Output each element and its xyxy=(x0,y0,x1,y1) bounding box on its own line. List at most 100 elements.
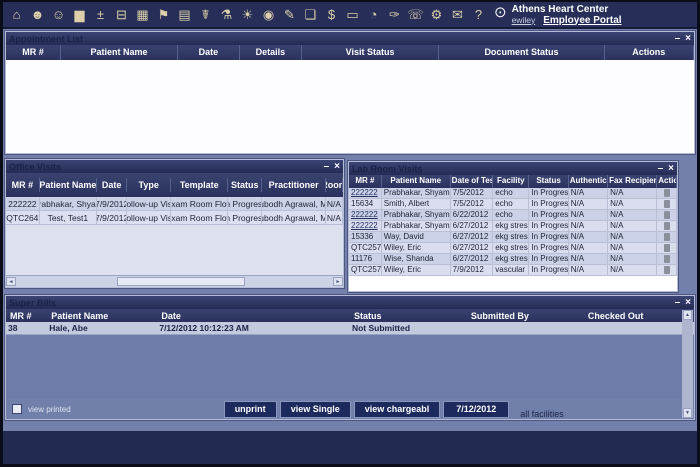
facility-filter-dropdown[interactable]: all facilities xyxy=(520,409,564,419)
column-header[interactable]: Room xyxy=(326,178,343,192)
column-header[interactable]: Visit Status xyxy=(302,45,440,60)
column-header[interactable]: Patient Name xyxy=(382,175,451,188)
calculator-icon[interactable]: ± xyxy=(91,5,110,25)
table-row[interactable]: 15336 Way, David 6/27/2012 ekg stress In Pro… xyxy=(349,232,677,243)
table-cell: 6/22/2012 xyxy=(450,210,494,221)
close-icon[interactable]: × xyxy=(668,163,674,174)
date-field[interactable]: 7/12/2012 xyxy=(443,400,510,418)
column-header[interactable]: Status xyxy=(350,309,467,322)
column-header[interactable]: Action xyxy=(657,175,677,188)
column-header[interactable]: Type xyxy=(127,178,172,192)
column-header[interactable]: MR # xyxy=(349,175,382,188)
home-icon[interactable]: ⌂ xyxy=(7,5,26,25)
sun-icon[interactable]: ☀ xyxy=(238,5,257,25)
minimize-icon[interactable]: – xyxy=(675,297,681,308)
table-row[interactable]: QTC264Test, Test17/9/2012Follow-up Visit… xyxy=(6,211,343,225)
column-header[interactable]: Template xyxy=(171,178,229,192)
delete-trash-icon[interactable] xyxy=(663,255,670,263)
feather-icon[interactable]: ✑ xyxy=(385,5,404,25)
table-cell: Subodh Agrawal, MD xyxy=(262,197,327,211)
column-header[interactable]: MR # xyxy=(6,178,40,192)
help-icon[interactable]: ? xyxy=(469,5,488,25)
delete-trash-icon[interactable] xyxy=(663,189,670,197)
table-row[interactable]: QTC257 Wiley, Eric 6/27/2012 ekg stress In P… xyxy=(349,243,677,254)
table-row[interactable]: 222222 Prabhakar, Shyam 6/27/2012 ekg stres… xyxy=(349,221,677,232)
delete-trash-icon[interactable] xyxy=(663,233,670,241)
column-header[interactable]: Submitted By xyxy=(467,309,584,322)
scroll-down-icon[interactable]: ▼ xyxy=(683,408,692,418)
vertical-scrollbar[interactable]: ▲ ▼ xyxy=(682,310,693,418)
mail-icon[interactable]: ✉ xyxy=(448,5,467,25)
column-header[interactable]: Date xyxy=(178,45,240,60)
scroll-up-icon[interactable]: ▲ xyxy=(683,310,692,320)
lab-room-visits-titlebar: Lab Room Visits – × xyxy=(349,162,677,175)
clock-icon[interactable]: ◔ xyxy=(364,5,383,25)
column-header[interactable]: Facility xyxy=(493,175,530,188)
column-header[interactable]: Practitioner xyxy=(262,178,327,192)
column-header[interactable]: Authenticator xyxy=(569,175,609,188)
supply-cart-icon[interactable]: ⊟ xyxy=(112,5,131,25)
minimize-icon[interactable]: – xyxy=(675,33,681,44)
delete-trash-icon[interactable] xyxy=(663,211,670,219)
patient-bed-icon[interactable]: ☻ xyxy=(28,5,47,25)
close-icon[interactable]: × xyxy=(685,33,691,44)
table-row[interactable]: QTC257 Wiley, Eric 7/9/2012 vascular In Prog… xyxy=(349,265,677,276)
employee-portal-link[interactable]: Employee Portal xyxy=(543,15,621,26)
delete-trash-icon[interactable] xyxy=(663,266,670,274)
column-header[interactable]: Patient Name xyxy=(61,45,178,60)
lab-flask-icon[interactable]: ⚗ xyxy=(217,5,236,25)
column-header[interactable]: Status xyxy=(228,178,263,192)
column-header[interactable]: Status xyxy=(529,175,569,188)
column-header[interactable]: Date xyxy=(157,309,350,322)
flag-icon[interactable]: ⚑ xyxy=(154,5,173,25)
pills-icon[interactable]: ◉ xyxy=(259,5,278,25)
minimize-icon[interactable]: – xyxy=(324,161,330,172)
table-row[interactable]: 222222 Prabhakar, Shyam 7/5/2012 echo In Pro… xyxy=(349,188,677,199)
column-header[interactable]: Actions xyxy=(605,45,694,60)
stethoscope-icon[interactable]: ☤ xyxy=(196,5,215,25)
close-icon[interactable]: × xyxy=(685,297,691,308)
view-chargeable-button[interactable]: view chargeabl xyxy=(353,400,441,418)
table-cell: Way, David xyxy=(381,232,451,243)
action-cell xyxy=(657,265,677,276)
column-header[interactable]: Fax Recipients xyxy=(608,175,658,188)
view-single-button[interactable]: view Single xyxy=(279,400,351,418)
column-header[interactable]: Patient Name xyxy=(47,309,157,322)
physician-icon[interactable]: ☺ xyxy=(49,5,68,25)
table-row[interactable]: 11176 Wise, Shanda 6/27/2012 ekg stress In P… xyxy=(349,254,677,265)
column-header[interactable]: Document Status xyxy=(439,45,605,60)
delete-trash-icon[interactable] xyxy=(663,244,670,252)
table-row[interactable]: 38 Hale, Abe 7/12/2012 10:12:23 AM Not Subm… xyxy=(6,322,694,335)
view-printed-checkbox[interactable] xyxy=(12,404,22,414)
bar-chart-icon[interactable]: ▆ xyxy=(70,5,89,25)
table-row[interactable]: 222222Prabhakar, Shyam7/9/2012Follow-up … xyxy=(6,197,343,211)
table-row[interactable]: 222222 Prabhakar, Shyam 6/22/2012 echo In Pr… xyxy=(349,210,677,221)
fax-icon[interactable]: ☏ xyxy=(406,5,425,25)
column-header[interactable]: Checked Out xyxy=(584,309,694,322)
horizontal-scrollbar[interactable]: ◄ ► xyxy=(6,275,343,287)
column-header[interactable]: Patient Name xyxy=(40,178,97,192)
calendar-icon[interactable]: ▦ xyxy=(133,5,152,25)
scrollbar-thumb[interactable] xyxy=(117,277,246,286)
gear-icon[interactable]: ⚙ xyxy=(427,5,446,25)
clipboard-icon[interactable]: ▤ xyxy=(175,5,194,25)
column-header[interactable]: MR # xyxy=(6,309,47,322)
column-header[interactable]: Date of Test xyxy=(451,175,494,188)
delete-trash-icon[interactable] xyxy=(663,200,670,208)
minimize-icon[interactable]: – xyxy=(658,163,664,174)
column-header[interactable]: Details xyxy=(240,45,302,60)
username-link[interactable]: ewiley xyxy=(512,15,536,26)
printer-icon[interactable]: ▭ xyxy=(343,5,362,25)
syringe-icon[interactable]: ✎ xyxy=(280,5,299,25)
column-header[interactable]: Date xyxy=(97,178,128,192)
new-document-icon[interactable]: ❏ xyxy=(301,5,320,25)
table-row[interactable]: 15634 Smith, Albert 7/5/2012 echo In Progres… xyxy=(349,199,677,210)
scroll-right-icon[interactable]: ► xyxy=(333,277,343,286)
delete-trash-icon[interactable] xyxy=(663,222,670,230)
column-header[interactable]: MR # xyxy=(6,45,62,60)
scroll-left-icon[interactable]: ◄ xyxy=(6,277,16,286)
logout-power-icon[interactable]: ⊙ xyxy=(494,4,507,22)
close-icon[interactable]: × xyxy=(334,161,340,172)
billing-icon[interactable]: $ xyxy=(322,5,341,25)
unprint-button[interactable]: unprint xyxy=(223,400,277,418)
